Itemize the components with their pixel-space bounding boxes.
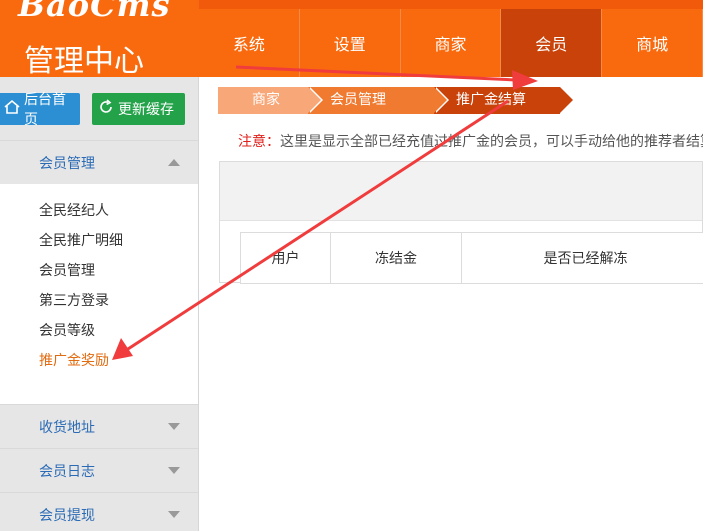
caret-down-icon	[168, 511, 180, 518]
section-member-management[interactable]: 会员管理	[0, 140, 198, 184]
logo-area: BaoCms 管理中心	[0, 0, 199, 77]
section-label: 会员提现	[39, 507, 95, 524]
top-nav: 系统 设置 商家 会员 商城	[199, 9, 703, 77]
nav-settings[interactable]: 设置	[300, 9, 401, 77]
refresh-icon	[98, 98, 118, 119]
sidebar-item-agent[interactable]: 全民经纪人	[0, 196, 198, 226]
member-submenu: 全民经纪人 全民推广明细 会员管理 第三方登录 会员等级 推广金奖励	[0, 184, 198, 404]
sidebar-item-member-management[interactable]: 会员管理	[0, 256, 198, 286]
section-member-withdraw[interactable]: 会员提现	[0, 492, 198, 531]
nav-merchant[interactable]: 商家	[401, 9, 502, 77]
sidebar-item-promo-detail[interactable]: 全民推广明细	[0, 226, 198, 256]
sidebar-buttons: 后台首页 更新缓存	[0, 77, 198, 140]
sidebar: 后台首页 更新缓存 会员管理 全民经纪人 全民推广明细 会员管理 第三方登录 会…	[0, 77, 199, 531]
breadcrumb-merchant[interactable]: 商家	[218, 87, 323, 114]
logo: BaoCms	[18, 0, 171, 24]
breadcrumb: 商家 会员管理 推广金结算	[218, 87, 575, 114]
notice: 注意：这里是显示全部已经充值过推广金的会员，可以手动给他的推荐者结算	[238, 131, 703, 151]
refresh-cache-button[interactable]: 更新缓存	[92, 92, 185, 125]
refresh-button-label: 更新缓存	[118, 101, 174, 118]
column-user: 用户	[240, 232, 331, 284]
breadcrumb-member-management[interactable]: 会员管理	[308, 87, 449, 114]
top-strip	[199, 0, 703, 9]
section-member-log[interactable]: 会员日志	[0, 448, 198, 492]
notice-label: 注意：	[238, 134, 280, 150]
column-unfrozen-status: 是否已经解冻	[461, 232, 703, 284]
nav-system[interactable]: 系统	[199, 9, 300, 77]
content-panel: 用户 冻结金 是否已经解冻	[219, 161, 703, 284]
caret-down-icon	[168, 467, 180, 474]
home-button[interactable]: 后台首页	[0, 92, 80, 128]
nav-mall[interactable]: 商城	[602, 9, 703, 77]
section-shipping-address[interactable]: 收货地址	[0, 404, 198, 448]
column-frozen-amount: 冻结金	[330, 232, 462, 284]
section-label: 收货地址	[39, 419, 95, 436]
header: BaoCms 管理中心 系统 设置 商家 会员 商城	[0, 0, 703, 77]
section-label: 会员管理	[39, 155, 95, 172]
sidebar-item-member-level[interactable]: 会员等级	[0, 316, 198, 346]
caret-up-icon	[168, 159, 180, 166]
breadcrumb-promo-settlement[interactable]: 推广金结算	[434, 87, 575, 114]
admin-center-title: 管理中心	[24, 44, 144, 77]
notice-text: 这里是显示全部已经充值过推广金的会员，可以手动给他的推荐者结算	[280, 134, 703, 150]
section-label: 会员日志	[39, 463, 95, 480]
table-header-row: 用户 冻结金 是否已经解冻	[240, 232, 703, 284]
home-button-label: 后台首页	[24, 91, 66, 128]
panel-toolbar	[220, 162, 702, 221]
caret-down-icon	[168, 423, 180, 430]
sidebar-item-third-party-login[interactable]: 第三方登录	[0, 286, 198, 316]
nav-member[interactable]: 会员	[501, 9, 603, 77]
home-icon	[4, 99, 24, 119]
data-table: 用户 冻结金 是否已经解冻	[240, 232, 703, 284]
sidebar-item-promo-reward[interactable]: 推广金奖励	[0, 346, 198, 376]
